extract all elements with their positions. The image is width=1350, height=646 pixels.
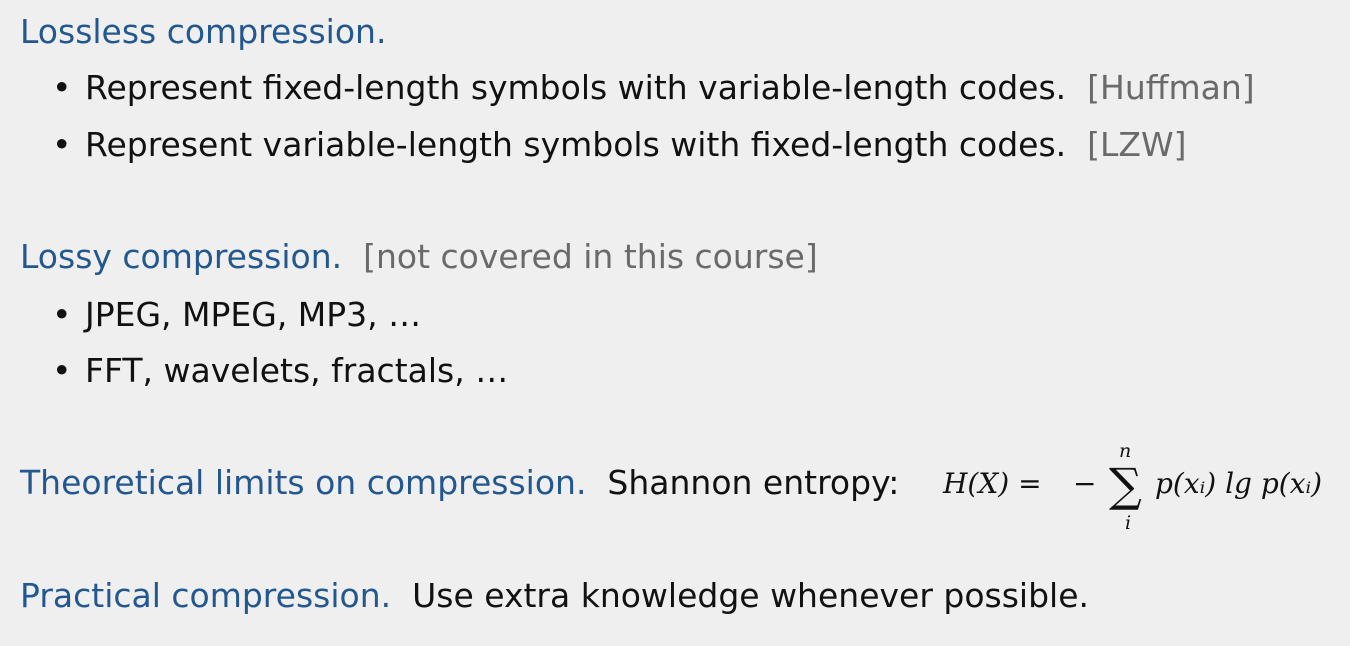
lossy-bullet-2: • FFT, wavelets, fractals, …	[52, 351, 508, 391]
lossless-bullet-1-text: Represent fixed-length symbols with vari…	[85, 68, 1067, 107]
lossless-bullet-1-note: [Huffman]	[1087, 68, 1255, 107]
formula-term: p(xᵢ) lg p(xᵢ)	[1155, 467, 1323, 500]
lossless-heading: Lossless compression.	[20, 12, 386, 52]
lossless-bullet-2-text: Represent variable-length symbols with f…	[85, 125, 1067, 164]
lossy-bullet-2-text: FFT, wavelets, fractals, …	[85, 351, 509, 390]
theoretical-heading: Theoretical limits on compression. Shann…	[20, 463, 899, 503]
lossless-title: Lossless compression.	[20, 12, 387, 51]
practical-title: Practical compression.	[20, 576, 392, 615]
sum-symbol: ∑	[1109, 458, 1142, 512]
lossless-bullet-2-note: [LZW]	[1087, 125, 1187, 164]
formula-minus: −	[1073, 467, 1097, 500]
bullet-dot: •	[52, 351, 72, 390]
theoretical-title: Theoretical limits on compression.	[20, 463, 587, 502]
lossy-bullet-1-text: JPEG, MPEG, MP3, …	[85, 295, 422, 334]
bullet-dot: •	[52, 125, 72, 164]
lossy-bullet-1: • JPEG, MPEG, MP3, …	[52, 295, 421, 335]
lossy-heading: Lossy compression. [not covered in this …	[20, 237, 818, 277]
bullet-dot: •	[52, 68, 72, 107]
shannon-entropy-formula: H(X) = − n ∑ i p(xᵢ) lg p(xᵢ)	[943, 440, 1338, 535]
theoretical-text: Shannon entropy:	[607, 463, 900, 502]
practical-text: Use extra knowledge whenever possible.	[412, 576, 1089, 615]
lossless-bullet-1: • Represent fixed-length symbols with var…	[52, 68, 1255, 108]
lossy-title: Lossy compression.	[20, 237, 343, 276]
formula-lower-limit: i	[1125, 512, 1132, 534]
practical-heading: Practical compression. Use extra knowled…	[20, 576, 1089, 616]
lossless-bullet-2: • Represent variable-length symbols with …	[52, 125, 1187, 165]
lossy-note: [not covered in this course]	[363, 237, 818, 276]
bullet-dot: •	[52, 295, 72, 334]
formula-lhs: H(X) =	[943, 467, 1042, 500]
